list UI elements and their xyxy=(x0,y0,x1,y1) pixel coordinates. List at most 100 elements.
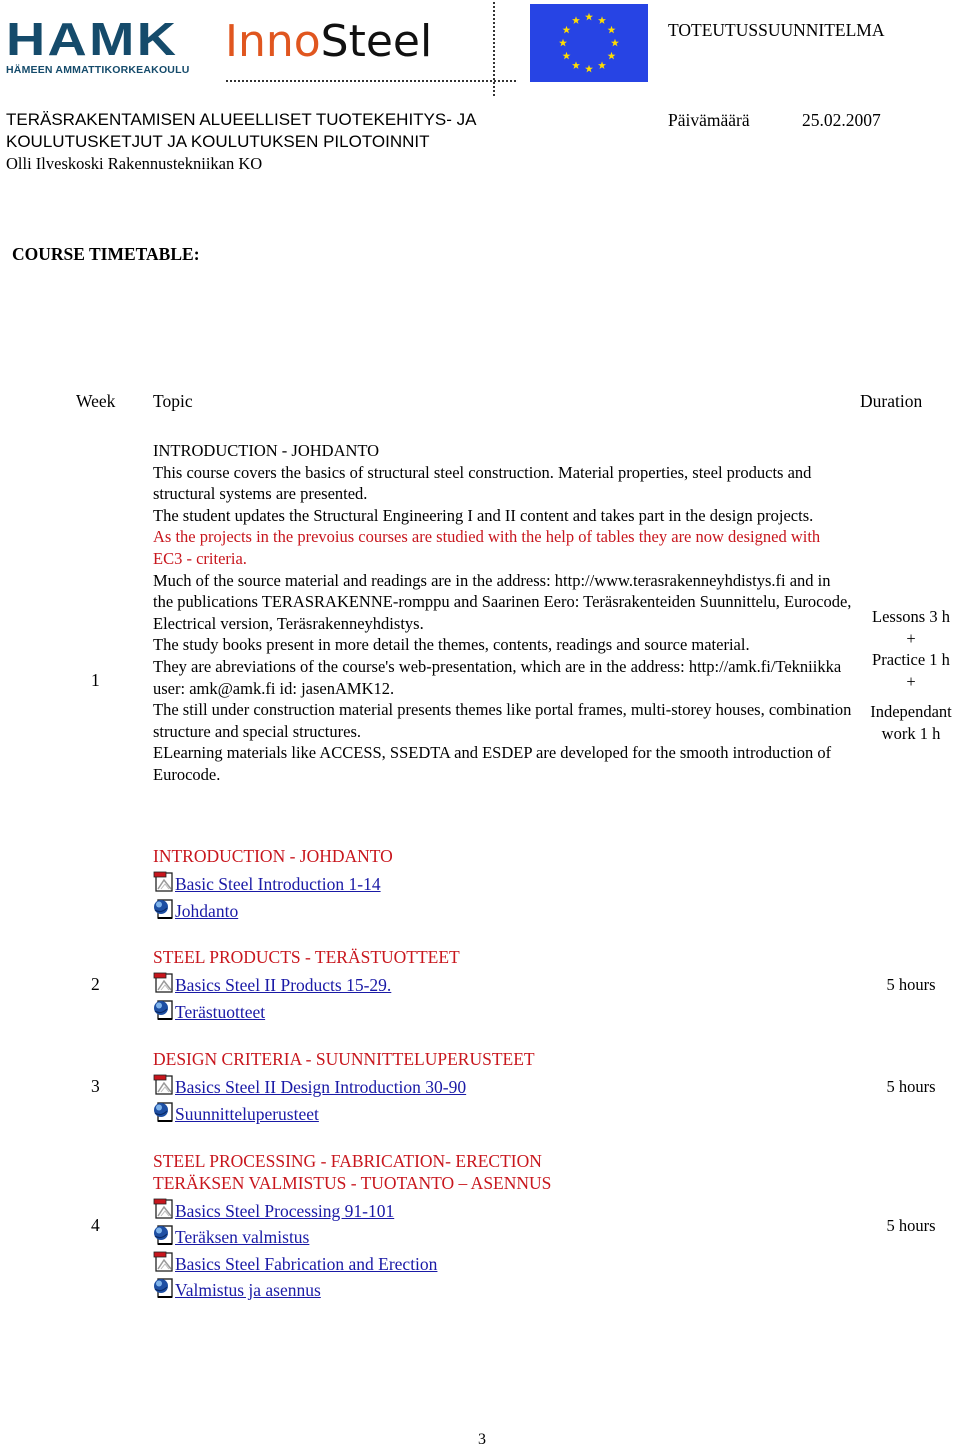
week3-duration: 5 hours xyxy=(886,1077,936,1096)
description-paragraph: Much of the source material and readings… xyxy=(153,570,852,633)
week1-topic: INTRODUCTION - JOHDANTO This course cove… xyxy=(153,440,853,786)
week2-title: STEEL PRODUCTS - TERÄSTUOTTEET xyxy=(153,947,460,967)
resource-link-row: Terästuotteet xyxy=(153,995,853,1022)
resource-link-row: Basic Steel Introduction 1-14 xyxy=(153,868,853,894)
web-page-icon[interactable] xyxy=(153,1101,174,1122)
pdf-icon[interactable] xyxy=(153,1198,174,1219)
eu-star xyxy=(607,51,616,60)
duration-line: + xyxy=(906,628,916,648)
eu-star xyxy=(585,12,593,21)
week2-links: Basics Steel II Products 15-29. Terästuot… xyxy=(153,969,853,1022)
web-page-icon[interactable] xyxy=(153,1224,174,1245)
web-page-link[interactable]: Johdanto xyxy=(175,901,238,921)
duration-line: Independant xyxy=(870,702,952,722)
duration-line: + xyxy=(906,671,916,691)
week-number: 2 xyxy=(91,974,100,994)
eu-flag-icon xyxy=(530,4,648,82)
date-label: Päivämäärä xyxy=(668,110,750,130)
date-value: 25.02.2007 xyxy=(802,110,881,130)
pdf-link[interactable]: Basics Steel II Design Introduction 30-9… xyxy=(175,1077,466,1097)
web-page-link[interactable]: Suunnitteluperusteet xyxy=(175,1104,319,1124)
week4-links: Basics Steel Processing 91-101 Teräksen v… xyxy=(153,1194,853,1300)
web-page-link[interactable]: Valmistus ja asennus xyxy=(175,1280,321,1300)
logo-dotted-rule-vertical xyxy=(493,2,495,96)
logo-dotted-rule xyxy=(226,80,516,82)
eu-star xyxy=(562,51,571,60)
week4-duration: 5 hours xyxy=(886,1216,936,1235)
pdf-link[interactable]: Basics Steel II Products 15-29. xyxy=(175,975,391,995)
week1-title: INTRODUCTION - JOHDANTO xyxy=(153,441,380,460)
duration-line: work 1 h xyxy=(881,723,941,743)
pdf-icon[interactable] xyxy=(153,1074,174,1095)
week-number: 1 xyxy=(91,670,100,690)
description-paragraph: The student updates the Structural Engin… xyxy=(153,505,814,525)
eu-star xyxy=(562,25,571,34)
week1-duration: Lessons 3 h + Practice 1 h + Independant work… xyxy=(856,606,960,745)
resource-link-row: Basics Steel Processing 91-101 xyxy=(153,1194,853,1221)
week1-description: This course covers the basics of structu… xyxy=(153,462,853,786)
pdf-link[interactable]: Basic Steel Introduction 1-14 xyxy=(175,874,381,894)
innosteel-logo-steel: Steel xyxy=(320,16,433,67)
web-page-link[interactable]: Teräksen valmistus xyxy=(175,1227,309,1247)
web-page-icon[interactable] xyxy=(153,898,174,919)
project-title-line1: TERÄSRAKENTAMISEN ALUEELLISET TUOTEKEHIT… xyxy=(6,110,477,129)
eu-star xyxy=(585,64,593,73)
description-paragraph: The study books present in more detail t… xyxy=(153,635,750,655)
resource-link-row: Johdanto xyxy=(153,894,853,921)
project-title-line2: KOULUTUSKETJUT JA KOULUTUKSEN PILOTOINNI… xyxy=(6,132,430,151)
column-header-topic: Topic xyxy=(153,391,193,411)
description-paragraph: They are abreviations of the course's we… xyxy=(153,656,842,698)
resource-link-row: Basics Steel II Products 15-29. xyxy=(153,969,853,995)
column-header-duration: Duration xyxy=(860,391,923,411)
resource-link-row: Suunnitteluperusteet xyxy=(153,1097,853,1124)
eu-star xyxy=(611,38,619,47)
duration-line: Practice 1 h xyxy=(872,650,950,670)
description-paragraph: The still under construction material pr… xyxy=(153,700,852,741)
week1-resources: INTRODUCTION - JOHDANTO Basic Steel Intr… xyxy=(153,846,853,921)
eu-star xyxy=(607,25,616,34)
week1-resources-title: INTRODUCTION - JOHDANTO xyxy=(153,846,393,866)
week1-links: Basic Steel Introduction 1-14 Johdanto xyxy=(153,868,853,921)
page-number: 3 xyxy=(478,1431,486,1448)
pdf-link[interactable]: Basics Steel Processing 91-101 xyxy=(175,1201,394,1221)
web-page-icon[interactable] xyxy=(153,1277,174,1298)
eu-star xyxy=(598,16,606,24)
duration-line: Lessons 3 h xyxy=(872,607,950,626)
document-type: TOTEUTUSSUUNNITELMA xyxy=(668,20,885,40)
web-page-link[interactable]: Terästuotteet xyxy=(175,1002,265,1022)
pdf-link[interactable]: Basics Steel Fabrication and Erection xyxy=(175,1254,437,1274)
week3-links: Basics Steel II Design Introduction 30-9… xyxy=(153,1071,853,1124)
column-header-week: Week xyxy=(76,391,116,411)
pdf-icon[interactable] xyxy=(153,972,174,993)
section-title: COURSE TIMETABLE: xyxy=(12,244,200,264)
week-number: 4 xyxy=(91,1215,100,1235)
innosteel-logo-inno: Inno xyxy=(225,16,321,67)
week3-topic: DESIGN CRITERIA - SUUNNITTELUPERUSTEET B… xyxy=(153,1049,853,1124)
week3-title: DESIGN CRITERIA - SUUNNITTELUPERUSTEET xyxy=(153,1049,535,1069)
author-line: Olli Ilveskoski Rakennustekniikan KO xyxy=(6,154,263,173)
eu-star xyxy=(559,38,567,47)
web-page-icon[interactable] xyxy=(153,999,174,1020)
resource-link-row: Basics Steel Fabrication and Erection xyxy=(153,1247,853,1274)
innosteel-logo: InnoSteel xyxy=(225,14,432,70)
resource-link-row: Valmistus ja asennus xyxy=(153,1274,853,1300)
hamk-logo-word: HAMK xyxy=(6,13,179,65)
week4-title-line2: TERÄKSEN VALMISTUS - TUOTANTO – ASENNUS xyxy=(153,1172,552,1193)
week4-topic: STEEL PROCESSING - FABRICATION- ERECTION… xyxy=(153,1151,853,1300)
eu-star xyxy=(572,61,580,69)
pdf-icon[interactable] xyxy=(153,871,174,892)
description-paragraph: This course covers the basics of structu… xyxy=(153,462,812,504)
hamk-logo-subtitle: HÄMEEN AMMATTIKORKEAKOULU xyxy=(6,64,190,76)
week2-duration: 5 hours xyxy=(886,975,936,994)
description-paragraph: ELearning materials like ACCESS, SSEDTA … xyxy=(153,743,832,784)
eu-star xyxy=(598,61,606,69)
description-paragraph: As the projects in the prevoius courses … xyxy=(153,527,821,568)
resource-link-row: Basics Steel II Design Introduction 30-9… xyxy=(153,1071,853,1097)
hamk-logo: HAMK HÄMEEN AMMATTIKORKEAKOULU xyxy=(6,16,206,76)
week-number: 3 xyxy=(91,1076,100,1096)
pdf-icon[interactable] xyxy=(153,1251,174,1272)
week2-topic: STEEL PRODUCTS - TERÄSTUOTTEET Basics St… xyxy=(153,947,853,1022)
eu-star xyxy=(572,16,580,24)
resource-link-row: Teräksen valmistus xyxy=(153,1221,853,1247)
week4-title-line1: STEEL PROCESSING - FABRICATION- ERECTION xyxy=(153,1151,542,1171)
